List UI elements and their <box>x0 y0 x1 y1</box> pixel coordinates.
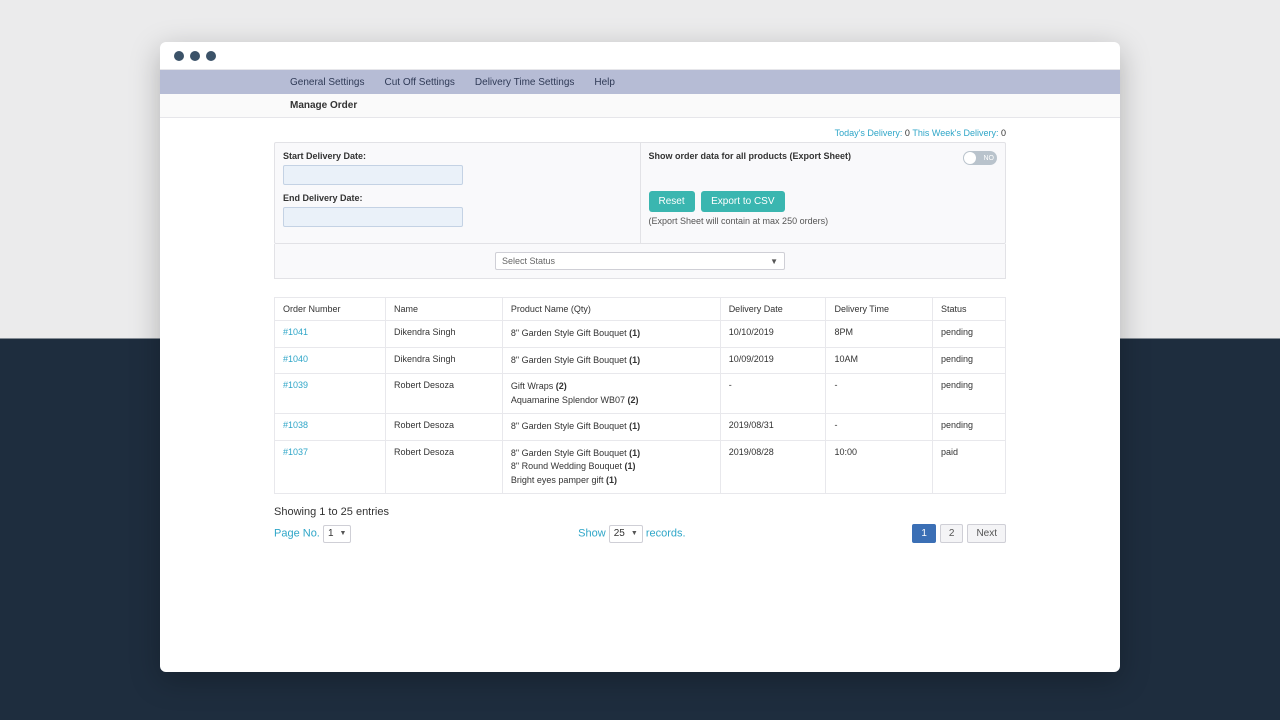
delivery-date: 2019/08/31 <box>720 414 826 441</box>
main-nav: General SettingsCut Off SettingsDelivery… <box>160 70 1120 94</box>
page-title-text: Manage Order <box>290 100 357 111</box>
chevron-down-icon: ▼ <box>770 257 778 266</box>
weeks-delivery-link[interactable]: This Week's Delivery: <box>912 128 998 138</box>
window-dot <box>190 51 200 61</box>
app-window: General SettingsCut Off SettingsDelivery… <box>160 42 1120 672</box>
show-label: Show <box>578 527 606 539</box>
nav-item[interactable]: Help <box>584 77 625 88</box>
column-header: Name <box>385 298 502 321</box>
table-row: #1040 Dikendra Singh8" Garden Style Gift … <box>275 347 1006 374</box>
table-row: #1038 Robert Desoza8" Garden Style Gift B… <box>275 414 1006 441</box>
delivery-time: 8PM <box>826 321 932 348</box>
product-cell: 8" Garden Style Gift Bouquet (1) <box>502 321 720 348</box>
start-date-label: Start Delivery Date: <box>283 151 632 161</box>
status: paid <box>932 440 1005 494</box>
export-csv-button[interactable]: Export to CSV <box>701 191 784 212</box>
delivery-date: 2019/08/28 <box>720 440 826 494</box>
column-header: Delivery Date <box>720 298 826 321</box>
chevron-down-icon: ▼ <box>631 530 638 537</box>
table-row: #1037 Robert Desoza8" Garden Style Gift B… <box>275 440 1006 494</box>
column-header: Status <box>932 298 1005 321</box>
reset-button[interactable]: Reset <box>649 191 695 212</box>
window-dot <box>174 51 184 61</box>
end-date-input[interactable] <box>283 207 463 227</box>
product-cell: 8" Garden Style Gift Bouquet (1)8" Round… <box>502 440 720 494</box>
show-records-value: 25 <box>614 528 625 539</box>
delivery-date: 10/10/2019 <box>720 321 826 348</box>
show-all-products-toggle[interactable]: NO <box>963 151 997 165</box>
delivery-date: 10/09/2019 <box>720 347 826 374</box>
column-header: Product Name (Qty) <box>502 298 720 321</box>
product-cell: 8" Garden Style Gift Bouquet (1) <box>502 414 720 441</box>
status-filter-row: Select Status ▼ <box>274 244 1006 279</box>
product-cell: Gift Wraps (2)Aquamarine Splendor WB07 (… <box>502 374 720 414</box>
customer-name: Robert Desoza <box>385 440 502 494</box>
status: pending <box>932 321 1005 348</box>
page-button[interactable]: 2 <box>940 524 964 543</box>
toggle-text: NO <box>984 155 995 162</box>
end-date-label: End Delivery Date: <box>283 193 632 203</box>
order-number-link[interactable]: #1037 <box>283 447 308 457</box>
show-all-products-label: Show order data for all products (Export… <box>649 151 852 161</box>
show-records-select[interactable]: 25 ▼ <box>609 525 643 543</box>
status: pending <box>932 374 1005 414</box>
export-hint: (Export Sheet will contain at max 250 or… <box>649 216 998 226</box>
next-button[interactable]: Next <box>967 524 1006 543</box>
pagination: 12Next <box>912 524 1006 543</box>
status-select-placeholder: Select Status <box>502 256 555 266</box>
customer-name: Robert Desoza <box>385 374 502 414</box>
page-title: Manage Order <box>160 94 1120 118</box>
orders-table: Order NumberNameProduct Name (Qty)Delive… <box>274 297 1006 494</box>
window-dot <box>206 51 216 61</box>
customer-name: Dikendra Singh <box>385 347 502 374</box>
delivery-time: - <box>826 374 932 414</box>
window-titlebar <box>160 42 1120 70</box>
order-number-link[interactable]: #1040 <box>283 354 308 364</box>
delivery-summary: Today's Delivery: 0 This Week's Delivery… <box>274 128 1006 138</box>
todays-delivery-link[interactable]: Today's Delivery: <box>835 128 903 138</box>
showing-entries: Showing 1 to 25 entries <box>274 506 1006 518</box>
delivery-time: 10AM <box>826 347 932 374</box>
status-select[interactable]: Select Status ▼ <box>495 252 785 270</box>
table-row: #1039 Robert DesozaGift Wraps (2)Aquamari… <box>275 374 1006 414</box>
page-no-value: 1 <box>328 528 334 539</box>
page-button[interactable]: 1 <box>912 524 936 543</box>
start-date-input[interactable] <box>283 165 463 185</box>
order-number-link[interactable]: #1038 <box>283 420 308 430</box>
order-number-link[interactable]: #1041 <box>283 327 308 337</box>
status: pending <box>932 347 1005 374</box>
nav-item[interactable]: Cut Off Settings <box>375 77 465 88</box>
filter-panel: Start Delivery Date: End Delivery Date: … <box>274 142 1006 244</box>
weeks-delivery-count: 0 <box>1001 128 1006 138</box>
table-row: #1041 Dikendra Singh8" Garden Style Gift … <box>275 321 1006 348</box>
order-number-link[interactable]: #1039 <box>283 380 308 390</box>
page-no-label: Page No. <box>274 527 320 539</box>
customer-name: Robert Desoza <box>385 414 502 441</box>
page-no-select[interactable]: 1 ▼ <box>323 525 352 543</box>
status: pending <box>932 414 1005 441</box>
nav-item[interactable]: Delivery Time Settings <box>465 77 584 88</box>
delivery-time: - <box>826 414 932 441</box>
delivery-time: 10:00 <box>826 440 932 494</box>
delivery-date: - <box>720 374 826 414</box>
product-cell: 8" Garden Style Gift Bouquet (1) <box>502 347 720 374</box>
column-header: Delivery Time <box>826 298 932 321</box>
nav-item[interactable]: General Settings <box>280 77 375 88</box>
records-label: records. <box>646 527 686 539</box>
column-header: Order Number <box>275 298 386 321</box>
chevron-down-icon: ▼ <box>340 530 347 537</box>
customer-name: Dikendra Singh <box>385 321 502 348</box>
